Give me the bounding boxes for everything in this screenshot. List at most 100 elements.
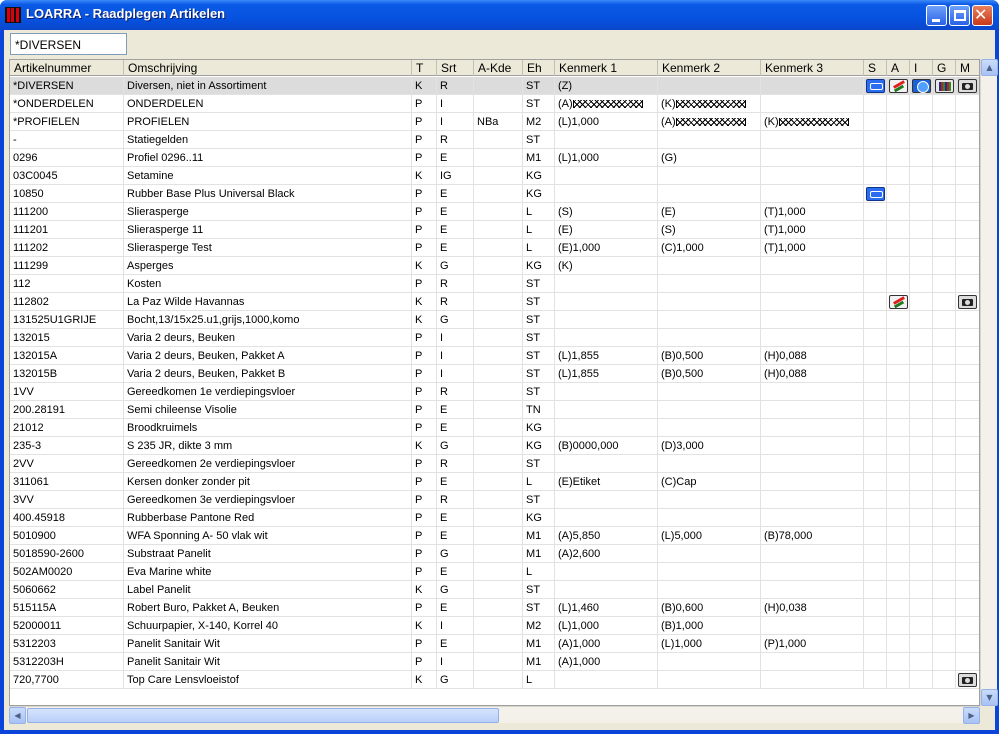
table-row[interactable]: 720,7700 Top Care Lensvloeistof K G L xyxy=(10,671,979,689)
cell-flag xyxy=(887,149,910,167)
camera-icon[interactable] xyxy=(958,295,977,309)
table-row[interactable]: 131525U1GRIJE Bocht,13/15x25.u1,grijs,100… xyxy=(10,311,979,329)
horizontal-scroll-thumb[interactable] xyxy=(27,708,499,723)
maximize-button[interactable] xyxy=(949,5,970,26)
car-icon[interactable] xyxy=(866,187,885,201)
column-header[interactable]: Kenmerk 1 xyxy=(555,60,658,76)
horizontal-scrollbar[interactable]: ◀ ▶ xyxy=(9,706,980,724)
table-row[interactable]: 5312203H Panelit Sanitair Wit P I M1 (A)1,000 xyxy=(10,653,979,671)
column-header[interactable]: Artikelnummer xyxy=(10,60,124,76)
table-row[interactable]: 112 Kosten P R ST xyxy=(10,275,979,293)
table-row[interactable]: 21012 Broodkruimels P E KG xyxy=(10,419,979,437)
camera-icon[interactable] xyxy=(958,673,977,687)
table-row[interactable]: 5312203 Panelit Sanitair Wit P E M1 (A)1,000(… xyxy=(10,635,979,653)
camera-icon[interactable] xyxy=(958,79,977,93)
table-row[interactable]: 132015A Varia 2 deurs, Beuken, Pakket API… xyxy=(10,347,979,365)
scroll-right-button[interactable]: ▶ xyxy=(963,707,980,724)
paint-icon[interactable] xyxy=(889,295,908,309)
minimize-button[interactable] xyxy=(926,5,947,26)
table-row[interactable]: 2VV Gereedkomen 2e verdiepingsvloer P R ST xyxy=(10,455,979,473)
cell-flag xyxy=(864,221,887,239)
table-row[interactable]: 235-3 S 235 JR, dikte 3 mm K G KG (B)0000,000… xyxy=(10,437,979,455)
table-row[interactable]: 3VV Gereedkomen 3e verdiepingsvloer P R ST xyxy=(10,491,979,509)
car-icon[interactable] xyxy=(866,79,885,93)
scroll-left-button[interactable]: ◀ xyxy=(9,707,26,724)
table-row[interactable]: - Statiegelden P R ST xyxy=(10,131,979,149)
cell-flag xyxy=(933,239,956,257)
cell-oms: WFA Sponning A- 50 vlak wit xyxy=(124,527,412,545)
globe-icon[interactable] xyxy=(912,79,931,93)
cell-oms: Broodkruimels xyxy=(124,419,412,437)
table-row[interactable]: 400.45918 Rubberbase Pantone Red P E KG xyxy=(10,509,979,527)
books-icon[interactable] xyxy=(935,79,954,93)
cell-t: P xyxy=(412,131,437,149)
cell-flag xyxy=(956,473,979,491)
column-header[interactable]: I xyxy=(910,60,933,76)
column-header[interactable]: Eh xyxy=(523,60,555,76)
cell-k1: (E) xyxy=(555,221,658,239)
cell-flag xyxy=(933,275,956,293)
cell-oms: Kersen donker zonder pit xyxy=(124,473,412,491)
table-row[interactable]: 132015 Varia 2 deurs, Beuken P I ST xyxy=(10,329,979,347)
cell-flag xyxy=(887,581,910,599)
table-row[interactable]: 5060662 Label Panelit K G ST xyxy=(10,581,979,599)
table-row[interactable]: *DIVERSEN Diversen, niet in Assortiment K R… xyxy=(10,77,979,95)
cell-k1 xyxy=(555,329,658,347)
cell-k3 xyxy=(761,473,864,491)
table-row[interactable]: 03C0045 Setamine K IG KG xyxy=(10,167,979,185)
cell-akde xyxy=(474,185,523,203)
cell-k1 xyxy=(555,509,658,527)
scroll-down-button[interactable]: ▼ xyxy=(981,689,998,706)
table-row[interactable]: 52000011 Schuurpapier, X-140, Korrel 40 K I… xyxy=(10,617,979,635)
table-row[interactable]: 311061 Kersen donker zonder pit P E L (E)Etik… xyxy=(10,473,979,491)
column-header[interactable]: Kenmerk 3 xyxy=(761,60,864,76)
table-row[interactable]: 111200 Slierasperge P E L (S) (E) (T)1,000 xyxy=(10,203,979,221)
window-client-area: *DIVERSEN Artikelnummer Omschrijving T Srt A… xyxy=(4,30,998,730)
cell-flag xyxy=(910,401,933,419)
table-row[interactable]: 111201 Slierasperge 11 P E L (E) (S) (T)1,000 xyxy=(10,221,979,239)
table-row[interactable]: 111299 Asperges K G KG (K) xyxy=(10,257,979,275)
table-row[interactable]: 10850 Rubber Base Plus Universal Black P E K… xyxy=(10,185,979,203)
cell-eh: ST xyxy=(523,347,555,365)
search-input[interactable]: *DIVERSEN xyxy=(10,33,127,55)
cell-k3: (T)1,000 xyxy=(761,203,864,221)
table-row[interactable]: 502AM0020 Eva Marine white P E L xyxy=(10,563,979,581)
column-header[interactable]: M xyxy=(956,60,979,76)
table-row[interactable]: 0296 Profiel 0296..11 P E M1 (L)1,000 (G) xyxy=(10,149,979,167)
column-header[interactable]: S xyxy=(864,60,887,76)
table-row[interactable]: 515115A Robert Buro, Pakket A, Beuken P E ST… xyxy=(10,599,979,617)
close-icon: ✕ xyxy=(974,5,988,24)
table-row[interactable]: 112802 La Paz Wilde Havannas K R ST xyxy=(10,293,979,311)
cell-flag xyxy=(910,185,933,203)
paint-icon[interactable] xyxy=(889,79,908,93)
cell-k1: (L)1,000 xyxy=(555,113,658,131)
column-header[interactable]: G xyxy=(933,60,956,76)
table-row[interactable]: 200.28191 Semi chileense Visolie P E TN xyxy=(10,401,979,419)
cell-flag xyxy=(933,437,956,455)
column-header[interactable]: A-Kde xyxy=(474,60,523,76)
column-header[interactable]: Kenmerk 2 xyxy=(658,60,761,76)
table-row[interactable]: *PROFIELEN PROFIELEN P I NBa M2 (L)1,000 (A) (K) xyxy=(10,113,979,131)
vertical-scrollbar[interactable]: ▲ ▼ xyxy=(980,59,998,706)
column-header[interactable]: Omschrijving xyxy=(124,60,412,76)
table-row[interactable]: 132015B Varia 2 deurs, Beuken, Pakket BPI… xyxy=(10,365,979,383)
table-row[interactable]: 1VV Gereedkomen 1e verdiepingsvloer P R ST xyxy=(10,383,979,401)
close-button[interactable]: ✕ xyxy=(972,5,993,26)
cell-flag xyxy=(933,383,956,401)
cell-flag xyxy=(864,329,887,347)
cell-akde xyxy=(474,131,523,149)
cell-flag xyxy=(864,581,887,599)
table-row[interactable]: 5010900 WFA Sponning A- 50 vlak wit P E M1 (A… xyxy=(10,527,979,545)
cell-flag xyxy=(933,257,956,275)
cell-nr: 03C0045 xyxy=(10,167,124,185)
column-header[interactable]: A xyxy=(887,60,910,76)
column-header[interactable]: T xyxy=(412,60,437,76)
scroll-up-button[interactable]: ▲ xyxy=(981,59,998,76)
title-bar[interactable]: LOARRA - Raadplegen Artikelen ✕ xyxy=(0,0,999,30)
table-row[interactable]: *ONDERDELEN ONDERDELEN P I ST (A) (K) xyxy=(10,95,979,113)
table-row[interactable]: 111202 Slierasperge Test P E L (E)1,000 (C)1,0… xyxy=(10,239,979,257)
cell-oms: Diversen, niet in Assortiment xyxy=(124,77,412,95)
cell-k1: (S) xyxy=(555,203,658,221)
column-header[interactable]: Srt xyxy=(437,60,474,76)
table-row[interactable]: 5018590-2600 Substraat Panelit P G M1 (A)2,60… xyxy=(10,545,979,563)
